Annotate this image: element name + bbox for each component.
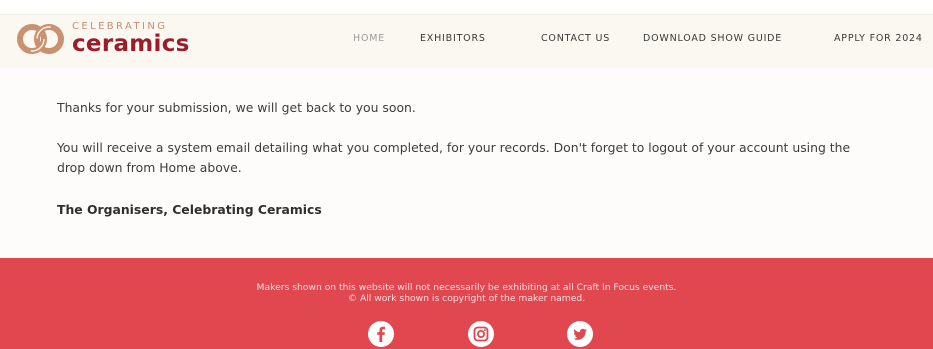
- site-header: CELEBRATING ceramics HOME EXHIBITORS CON…: [0, 14, 933, 69]
- footer-copyright: © All work shown is copyright of the mak…: [347, 293, 586, 304]
- nav-contact-us[interactable]: CONTACT US: [541, 33, 610, 44]
- main-content: Thanks for your submission, we will get …: [0, 68, 933, 258]
- email-notice-text: You will receive a system email detailin…: [57, 140, 851, 175]
- nav-download-show-guide[interactable]: DOWNLOAD SHOW GUIDE: [643, 33, 782, 44]
- site-footer: Makers shown on this website will not ne…: [0, 258, 933, 349]
- nav-apply-for-2024[interactable]: APPLY FOR 2024: [834, 33, 923, 44]
- ceramics-rings-logo-icon: [17, 24, 64, 54]
- logo-title: ceramics: [72, 31, 190, 57]
- footer-disclaimer: Makers shown on this website will not ne…: [256, 282, 677, 293]
- twitter-icon: [567, 321, 593, 347]
- organisers-signature: The Organisers, Celebrating Ceramics: [57, 202, 322, 217]
- nav-exhibitors[interactable]: EXHIBITORS: [420, 33, 486, 44]
- page: CELEBRATING ceramics HOME EXHIBITORS CON…: [0, 0, 933, 349]
- facebook-link[interactable]: [368, 321, 394, 347]
- facebook-icon: [368, 321, 394, 347]
- instagram-link[interactable]: [468, 321, 494, 347]
- submission-thanks-text: Thanks for your submission, we will get …: [57, 100, 416, 115]
- instagram-icon: [468, 321, 494, 347]
- nav-home[interactable]: HOME: [353, 33, 385, 44]
- logo-wordmark: CELEBRATING ceramics: [72, 22, 190, 56]
- site-logo[interactable]: CELEBRATING ceramics: [16, 22, 190, 56]
- twitter-link[interactable]: [567, 321, 593, 347]
